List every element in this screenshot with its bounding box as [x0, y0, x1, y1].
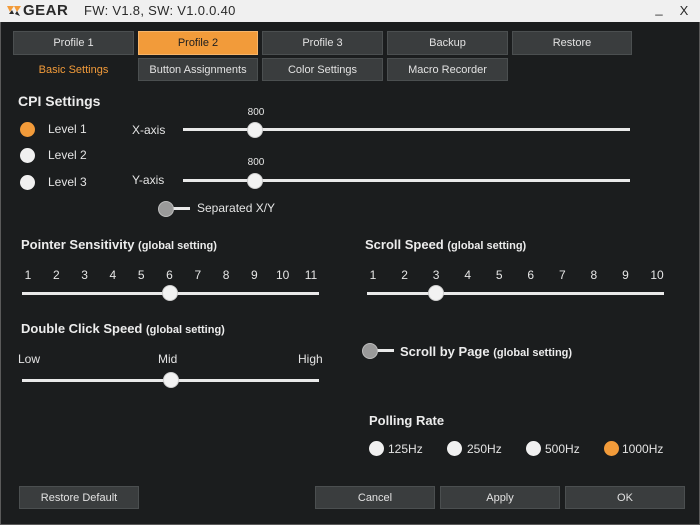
scroll-speed-tick-label: 3: [432, 268, 440, 282]
version-label: FW: V1.8, SW: V1.0.0.40: [84, 3, 236, 18]
x-axis-value: 800: [247, 107, 265, 118]
scroll-speed-tick-label: 10: [650, 268, 664, 282]
polling-1000hz-label: 1000Hz: [622, 442, 664, 456]
cpi-level-1-label: Level 1: [48, 122, 87, 136]
pointer-sensitivity-tick-label: 10: [276, 268, 290, 282]
scroll-speed-tick-label: 2: [401, 268, 408, 282]
cpi-level-2-label: Level 2: [48, 148, 87, 162]
double-click-low-label: Low: [18, 352, 41, 366]
separated-xy-toggle[interactable]: [158, 201, 190, 217]
toggle-knob: [158, 201, 174, 217]
cpi-level-1-radio[interactable]: [20, 122, 35, 137]
polling-500hz-label: 500Hz: [545, 442, 580, 456]
double-click-mid-label: Mid: [158, 352, 178, 366]
separated-xy-label: Separated X/Y: [197, 201, 276, 215]
pointer-sensitivity-tick-label: 4: [109, 268, 117, 282]
gear-logo-icon: [7, 6, 21, 16]
apply-button[interactable]: Apply: [440, 486, 560, 509]
cpi-level-3-radio[interactable]: [20, 175, 35, 190]
tab-profile-2[interactable]: Profile 2: [138, 31, 258, 55]
pointer-sensitivity-tick-label: 11: [304, 268, 318, 282]
x-axis-slider-handle[interactable]: [247, 122, 263, 138]
polling-125hz-label: 125Hz: [388, 442, 423, 456]
logo-text: GEAR: [23, 2, 69, 19]
pointer-sensitivity-slider-handle[interactable]: [161, 285, 178, 301]
double-click-slider-handle[interactable]: [162, 372, 179, 388]
cancel-button[interactable]: Cancel: [315, 486, 435, 509]
cpi-level-2-radio[interactable]: [20, 148, 35, 163]
polling-250hz-radio[interactable]: [447, 441, 462, 456]
scroll-speed-tick-label: 4: [464, 268, 471, 282]
scroll-speed-tick-label: 1: [369, 268, 377, 282]
cpi-settings-heading: CPI Settings: [18, 93, 101, 109]
pointer-sensitivity-tick-label: 2: [52, 268, 60, 282]
scroll-speed-slider-handle[interactable]: [428, 285, 445, 301]
tab-button-assignments[interactable]: Button Assignments: [138, 58, 258, 81]
scroll-by-page-title: Scroll by Page: [400, 344, 490, 359]
scroll-speed-tick-label: 6: [527, 268, 535, 282]
ok-button[interactable]: OK: [565, 486, 685, 509]
double-click-speed-title: Double Click Speed: [21, 321, 143, 336]
polling-1000hz-radio[interactable]: [604, 441, 619, 456]
close-button[interactable]: X: [676, 3, 692, 19]
scroll-by-page-toggle[interactable]: [362, 343, 394, 359]
x-axis-label: X-axis: [132, 123, 166, 137]
tab-macro-recorder[interactable]: Macro Recorder: [387, 58, 508, 81]
pointer-sensitivity-note: (global setting): [138, 240, 217, 252]
scroll-speed-tick-label: 8: [590, 268, 598, 282]
double-click-speed-heading: Double Click Speed (global setting): [21, 321, 225, 336]
pointer-sensitivity-tick-label: 5: [137, 268, 145, 282]
y-axis-label: Y-axis: [132, 173, 165, 187]
scroll-speed-tick-label: 5: [495, 268, 503, 282]
scroll-speed-tick-label: 7: [558, 268, 566, 282]
polling-rate-heading: Polling Rate: [369, 413, 445, 428]
scroll-speed-slider-track[interactable]: [367, 292, 664, 295]
double-click-speed-note: (global setting): [146, 324, 225, 336]
polling-125hz-radio[interactable]: [369, 441, 384, 456]
pointer-sensitivity-title: Pointer Sensitivity: [21, 237, 135, 252]
tab-profile-3[interactable]: Profile 3: [262, 31, 383, 55]
pointer-sensitivity-tick-label: 8: [222, 268, 230, 282]
pointer-sensitivity-tick-label: 3: [81, 268, 88, 282]
scroll-speed-note: (global setting): [447, 240, 527, 252]
polling-500hz-radio[interactable]: [526, 441, 541, 456]
restore-default-button[interactable]: Restore Default: [19, 486, 139, 509]
tab-color-settings[interactable]: Color Settings: [262, 58, 383, 81]
pointer-sensitivity-tick-label: 6: [166, 268, 173, 282]
toggle-knob: [362, 343, 378, 359]
tab-profile-1[interactable]: Profile 1: [13, 31, 134, 55]
pointer-sensitivity-tick-label: 9: [251, 268, 258, 282]
pointer-sensitivity-tick-label: 1: [24, 268, 32, 282]
pointer-sensitivity-heading: Pointer Sensitivity (global setting): [21, 237, 217, 252]
scroll-by-page-label: Scroll by Page (global setting): [400, 344, 572, 359]
cpi-level-3-label: Level 3: [48, 175, 87, 189]
tab-basic-settings[interactable]: Basic Settings: [13, 58, 134, 81]
scroll-speed-heading: Scroll Speed (global setting): [365, 237, 526, 252]
y-axis-slider-handle[interactable]: [247, 173, 263, 189]
restore-button[interactable]: Restore: [512, 31, 632, 55]
scroll-speed-tick-label: 9: [622, 268, 629, 282]
scroll-speed-title: Scroll Speed: [365, 237, 444, 252]
backup-button[interactable]: Backup: [387, 31, 508, 55]
double-click-high-label: High: [298, 352, 323, 366]
y-axis-value: 800: [247, 157, 265, 168]
pointer-sensitivity-tick-label: 7: [194, 268, 202, 282]
polling-250hz-label: 250Hz: [467, 442, 502, 456]
scroll-by-page-note: (global setting): [493, 347, 573, 359]
minimize-button[interactable]: _: [651, 1, 667, 19]
